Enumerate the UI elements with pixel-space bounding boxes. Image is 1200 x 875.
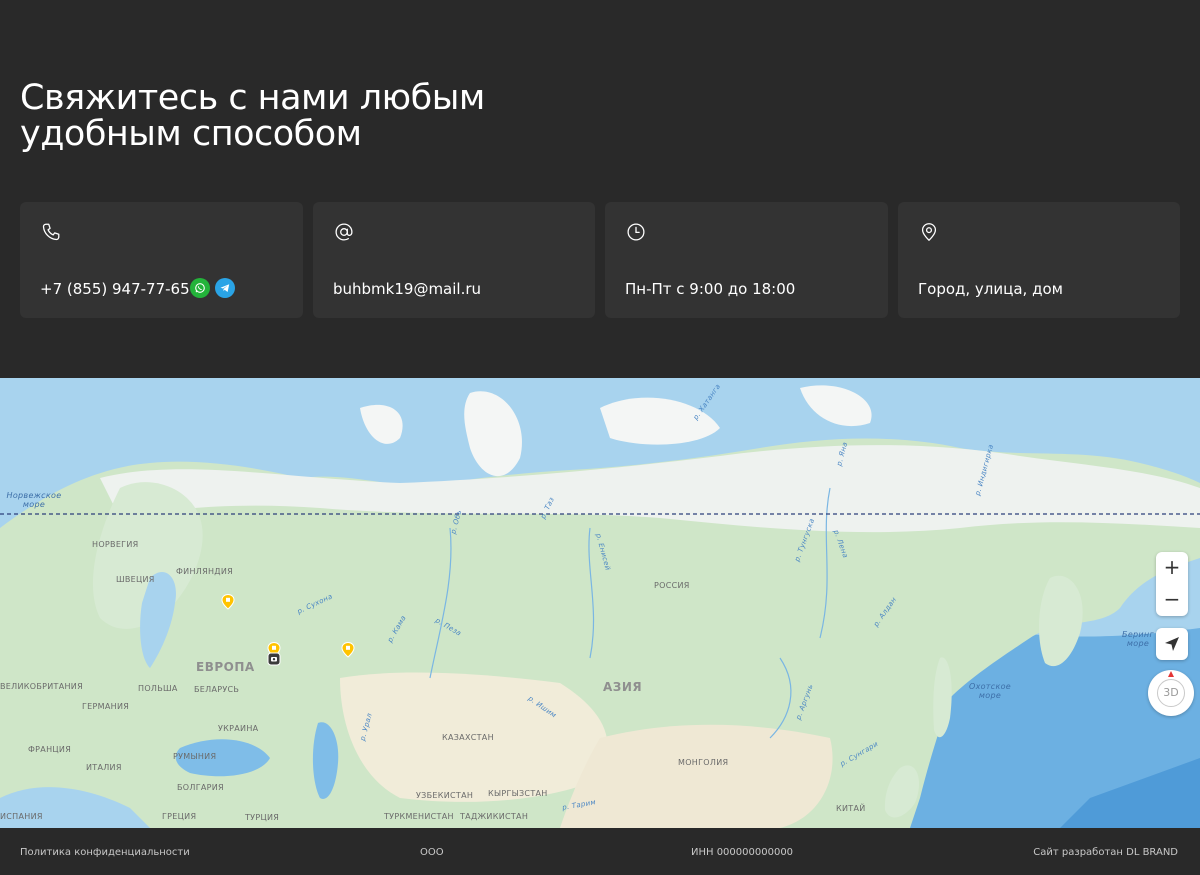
map-label-china: КИТАЙ (836, 804, 866, 813)
location-pin-icon (921, 223, 937, 241)
map-marker-icon[interactable] (221, 594, 235, 610)
map-label-uzbekistan: УЗБЕКИСТАН (416, 791, 474, 800)
navigation-arrow-icon (1165, 637, 1179, 651)
compass-3d-button[interactable]: 3D (1148, 670, 1194, 716)
zoom-out-button[interactable]: − (1156, 584, 1188, 616)
map-label-russia: РОССИЯ (654, 581, 690, 590)
telegram-icon[interactable] (215, 278, 235, 298)
phone-link[interactable]: +7 (855) 947-77-65 (40, 279, 190, 299)
map-label-greece: ГРЕЦИЯ (162, 812, 197, 821)
map-label-norway: НОРВЕГИЯ (92, 540, 139, 549)
map-label-europe: ЕВРОПА (196, 660, 255, 674)
address: Город, улица, дом (918, 280, 1063, 298)
contact-cards: +7 (855) 947-77-65 buhbmk19@mail.ru Пн-П… (20, 202, 1180, 318)
developer-credit[interactable]: Сайт разработан DL BRAND (1033, 847, 1178, 858)
page-title: Свяжитесь с нами любым удобным способом (20, 80, 580, 152)
contacts-section: Свяжитесь с нами любым удобным способом … (0, 0, 1200, 378)
company-name: ООО (420, 847, 444, 858)
map-label-bering-sea: Беринг море (1122, 630, 1154, 648)
email-link[interactable]: buhbmk19@mail.ru (333, 279, 481, 299)
map-label-okhotsk-sea: Охотское море (968, 682, 1012, 700)
map-label-poland: ПОЛЬША (138, 684, 178, 693)
zoom-control: + − (1156, 552, 1188, 616)
map-label-france: ФРАНЦИЯ (28, 745, 72, 754)
map-marker-icon[interactable] (341, 642, 355, 658)
whatsapp-icon[interactable] (190, 278, 210, 298)
title-line-2: удобным способом (20, 114, 362, 154)
3d-toggle: 3D (1157, 679, 1185, 707)
map-label-spain: ИСПАНИЯ (0, 812, 43, 821)
zoom-in-button[interactable]: + (1156, 552, 1188, 584)
map-label-norwegian-sea: Норвежское море (6, 491, 62, 509)
working-hours: Пн-Пт с 9:00 до 18:00 (625, 280, 796, 298)
clock-icon (627, 223, 645, 241)
map-label-turkey: ТУРЦИЯ (245, 813, 280, 822)
map-label-kyrgyzstan: КЫРГЫЗСТАН (488, 789, 548, 798)
map-label-belarus: БЕЛАРУСЬ (194, 685, 240, 694)
map-label-ukraine: УКРАИНА (218, 724, 259, 733)
contact-card-hours: Пн-Пт с 9:00 до 18:00 (605, 202, 888, 318)
map-label-finland: ФИНЛЯНДИЯ (176, 567, 233, 576)
map-label-bulgaria: БОЛГАРИЯ (177, 783, 224, 792)
contact-card-address: Город, улица, дом (898, 202, 1180, 318)
map-label-turkmenistan: ТУРКМЕНИСТАН (384, 812, 454, 821)
map-label-mongolia: МОНГОЛИЯ (678, 758, 729, 767)
inn-number: ИНН 000000000000 (691, 847, 794, 858)
phone-icon (42, 223, 60, 241)
map-label-britain: ВЕЛИКОБРИТАНИЯ (0, 682, 83, 691)
map-label-italy: ИТАЛИЯ (86, 763, 122, 772)
map-label-romania: РУМЫНИЯ (173, 752, 217, 761)
camera-marker-icon[interactable] (267, 652, 281, 666)
contact-card-email: buhbmk19@mail.ru (313, 202, 595, 318)
geolocation-button[interactable] (1156, 628, 1188, 660)
map[interactable]: ЕВРОПА АЗИЯ РОССИЯ НОРВЕГИЯ ШВЕЦИЯ ФИНЛЯ… (0, 378, 1200, 828)
compass-needle-icon (1168, 671, 1174, 677)
footer: Политика конфиденциальности ООО ИНН 0000… (0, 828, 1200, 875)
map-label-tajikistan: ТАДЖИКИСТАН (460, 812, 529, 821)
map-label-kazakhstan: КАЗАХСТАН (442, 733, 494, 742)
map-label-asia: АЗИЯ (603, 680, 643, 694)
map-label-germany: ГЕРМАНИЯ (82, 702, 130, 711)
map-label-sweden: ШВЕЦИЯ (116, 575, 155, 584)
title-line-1: Свяжитесь с нами любым (20, 78, 485, 118)
contact-card-phone: +7 (855) 947-77-65 (20, 202, 303, 318)
at-icon (335, 223, 353, 241)
privacy-policy-link[interactable]: Политика конфиденциальности (20, 847, 190, 858)
